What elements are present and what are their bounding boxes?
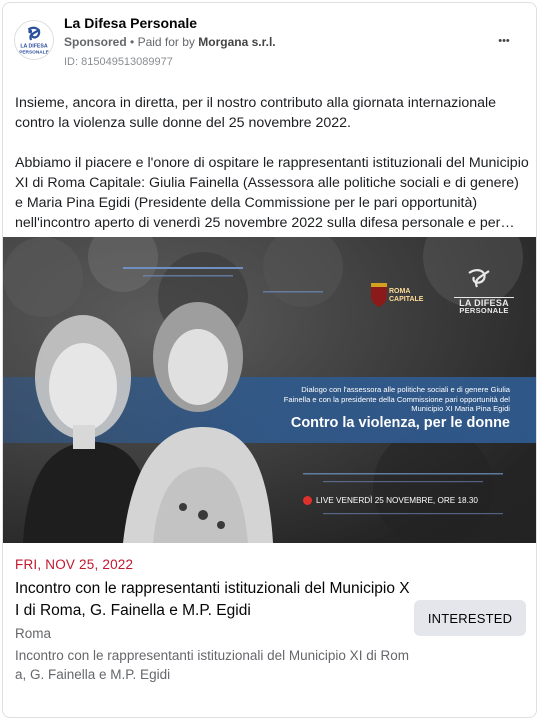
roma-line-2: CAPITALE <box>389 296 424 303</box>
post-paragraph-1: Insieme, ancora in diretta, per il nostr… <box>15 95 497 131</box>
live-text: LIVE VENERDÌ 25 NOVEMBRE, ORE 18.30 <box>316 495 478 505</box>
page-logo-icon: LA DIFESA PERSONALE <box>15 21 53 59</box>
more-options-button[interactable]: ••• <box>492 29 516 53</box>
page-name[interactable]: La Difesa Personale <box>64 15 197 31</box>
live-badge: LIVE VENERDÌ 25 NOVEMBRE, ORE 18.30 <box>303 492 478 508</box>
event-location: Roma <box>15 626 52 641</box>
roma-capitale-label: ROMA CAPITALE <box>389 288 423 304</box>
paid-for-name: Morgana s.r.l. <box>198 35 276 49</box>
post-text: Insieme, ancora in diretta, per il nostr… <box>15 93 530 233</box>
logo-line-2: PERSONALE <box>459 306 509 315</box>
sponsored-label: Sponsored <box>64 35 127 49</box>
separator-dot: • <box>130 35 135 49</box>
avatar-text-2: PERSONALE <box>19 49 49 55</box>
post-header: LA DIFESA PERSONALE La Difesa Personale … <box>3 3 536 79</box>
interested-button[interactable]: INTERESTED <box>414 600 526 636</box>
ad-id: ID: 815049513089977 <box>64 56 173 68</box>
post-paragraph-2: Abbiamo il piacere e l'onore di ospitare… <box>15 155 529 231</box>
sponsored-line: Sponsored • Paid for by Morgana s.r.l. <box>64 35 276 49</box>
roma-line-1: ROMA <box>389 288 411 295</box>
avatar-text-1: LA DIFESA <box>20 44 48 50</box>
event-cover-image[interactable]: ROMA CAPITALE LA DIFESA PERSONALE Dialog… <box>3 237 536 543</box>
event-date: FRI, NOV 25, 2022 <box>15 557 134 572</box>
ad-card: LA DIFESA PERSONALE La Difesa Personale … <box>2 2 537 718</box>
paid-for-prefix: Paid for by <box>137 35 195 49</box>
banner-subtitle: Dialogo con l'assessora alle politiche s… <box>283 385 510 413</box>
event-title[interactable]: Incontro con le rappresentanti istituzio… <box>15 578 410 622</box>
live-dot-icon <box>303 495 312 505</box>
event-description: Incontro con le rappresentanti istituzio… <box>15 648 409 682</box>
ellipsis-icon: ••• <box>498 35 510 47</box>
difesa-logo-label: LA DIFESA PERSONALE <box>454 299 514 315</box>
banner-title: Contro la violenza, per le donne <box>290 415 510 431</box>
page-avatar[interactable]: LA DIFESA PERSONALE <box>14 20 54 60</box>
